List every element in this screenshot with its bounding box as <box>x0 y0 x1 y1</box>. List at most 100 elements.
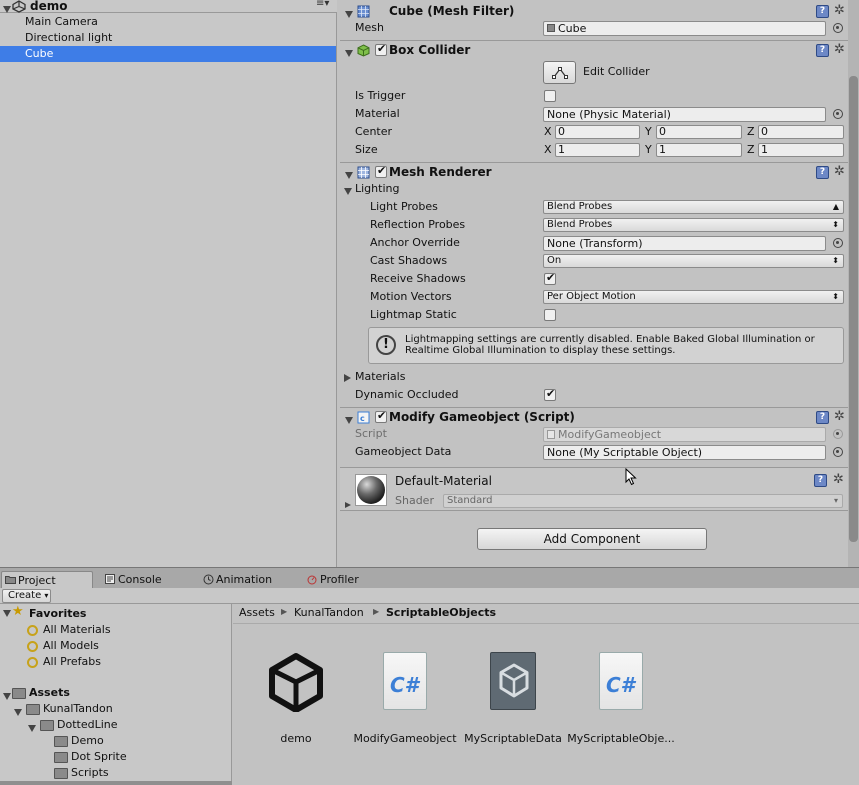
dropdown-value: Blend Probes <box>547 219 613 230</box>
create-dropdown-button[interactable]: Create ▾ <box>2 589 51 603</box>
folder-icon <box>54 736 68 747</box>
size-x-field[interactable]: 1 <box>555 143 640 157</box>
physic-material-field[interactable]: None (Physic Material) <box>543 107 826 122</box>
size-z-label: Z <box>747 143 755 156</box>
object-picker-icon[interactable] <box>833 447 843 457</box>
modify-gameobject-script-header[interactable]: c ✔ Modify Gameobject (Script) ? ✲ <box>340 407 848 426</box>
asset-grid <box>233 624 859 785</box>
hierarchy-panel <box>0 0 337 567</box>
lightmap-static-label: Lightmap Static <box>370 308 457 321</box>
breadcrumb-kunaltandon[interactable]: KunalTandon <box>294 606 364 619</box>
object-picker-icon[interactable] <box>833 23 843 33</box>
receive-shadows-checkbox[interactable]: ✔ <box>544 271 556 285</box>
material-foldout-arrow-icon[interactable] <box>345 498 351 511</box>
favorite-all-materials[interactable]: All Materials <box>43 622 111 638</box>
help-icon[interactable]: ? <box>816 166 829 179</box>
script-field: ModifyGameobject <box>543 427 826 442</box>
breadcrumb-assets[interactable]: Assets <box>239 606 275 619</box>
mesh-renderer-header[interactable]: ✔ Mesh Renderer ? ✲ <box>340 162 848 181</box>
box-collider-icon <box>357 44 370 57</box>
box-collider-enabled-checkbox[interactable]: ✔ <box>375 42 387 56</box>
mesh-filter-header[interactable]: Cube (Mesh Filter) ? ✲ <box>340 2 848 21</box>
gear-icon[interactable]: ✲ <box>834 165 847 179</box>
hierarchy-item-cube[interactable]: Cube <box>0 46 336 62</box>
mesh-renderer-enabled-checkbox[interactable]: ✔ <box>375 164 387 178</box>
collapse-arrow-icon[interactable] <box>345 8 353 21</box>
box-collider-header[interactable]: ✔ Box Collider ? ✲ <box>340 40 848 59</box>
favorite-all-models[interactable]: All Models <box>43 638 99 654</box>
help-icon[interactable]: ? <box>816 411 829 424</box>
dottedline-arrow-icon[interactable] <box>28 721 36 737</box>
selected-folder-row[interactable] <box>0 781 232 785</box>
profiler-icon <box>307 574 317 585</box>
gear-icon[interactable]: ✲ <box>834 43 847 57</box>
folder-kunaltandon[interactable]: KunalTandon <box>43 701 113 717</box>
materials-foldout-arrow-icon[interactable] <box>344 372 351 385</box>
assets-arrow-icon[interactable] <box>3 689 11 705</box>
folder-dottedline[interactable]: DottedLine <box>57 717 118 733</box>
collapse-arrow-icon[interactable] <box>345 414 353 427</box>
size-z-field[interactable]: 1 <box>758 143 844 157</box>
script-enabled-checkbox[interactable]: ✔ <box>375 409 387 423</box>
folder-icon <box>54 768 68 779</box>
dynamic-occluded-checkbox[interactable]: ✔ <box>544 387 556 401</box>
tab-animation[interactable]: Animation <box>200 571 300 589</box>
mesh-field[interactable]: Cube <box>543 21 826 36</box>
favorites-label[interactable]: Favorites <box>29 606 86 622</box>
anchor-override-field[interactable]: None (Transform) <box>543 236 826 251</box>
favorite-all-prefabs[interactable]: All Prefabs <box>43 654 101 670</box>
help-icon[interactable]: ? <box>814 474 827 487</box>
folder-scripts[interactable]: Scripts <box>71 765 109 781</box>
tab-label: Project <box>18 574 56 587</box>
cast-shadows-dropdown[interactable]: On ⬍ <box>543 254 844 268</box>
scrollbar-thumb[interactable] <box>849 76 858 542</box>
tab-profiler[interactable]: Profiler <box>304 571 384 589</box>
center-z-field[interactable]: 0 <box>758 125 844 139</box>
collapse-arrow-icon[interactable] <box>345 169 353 182</box>
gameobject-data-field[interactable]: None (My Scriptable Object) <box>543 445 826 460</box>
hierarchy-menu-icon[interactable]: ≡▾ <box>316 0 329 9</box>
shader-dropdown[interactable]: Standard ▾ <box>443 494 843 508</box>
materials-foldout[interactable]: Materials <box>355 369 405 385</box>
tab-console[interactable]: Console <box>102 571 192 589</box>
unity-scene-icon <box>12 0 26 13</box>
hierarchy-item-main-camera[interactable]: Main Camera <box>0 14 336 30</box>
material-preview[interactable] <box>355 474 387 506</box>
size-y-field[interactable]: 1 <box>656 143 742 157</box>
folder-demo[interactable]: Demo <box>71 733 104 749</box>
hierarchy-item-directional-light[interactable]: Directional light <box>0 30 336 46</box>
lightmap-static-checkbox[interactable] <box>544 309 556 321</box>
asset-label: MyScriptableData <box>464 732 562 745</box>
object-picker-icon[interactable] <box>833 109 843 119</box>
hierarchy-scene-header[interactable]: demo ≡▾ <box>0 0 337 13</box>
collapse-arrow-icon[interactable] <box>345 47 353 60</box>
center-x-field[interactable]: 0 <box>555 125 640 139</box>
tab-project[interactable]: Project <box>1 571 93 589</box>
scriptable-object-icon <box>490 652 536 710</box>
light-probes-dropdown[interactable]: Blend Probes ▲ <box>543 200 844 214</box>
center-y-field[interactable]: 0 <box>656 125 742 139</box>
lighting-foldout-arrow-icon[interactable] <box>344 185 352 198</box>
kunaltandon-arrow-icon[interactable] <box>14 705 22 721</box>
gear-icon[interactable]: ✲ <box>833 473 846 487</box>
gear-icon[interactable]: ✲ <box>834 410 847 424</box>
help-icon[interactable] <box>478 480 493 493</box>
object-picker-icon[interactable] <box>833 238 843 248</box>
favorites-arrow-icon[interactable] <box>3 606 11 622</box>
reflection-probes-dropdown[interactable]: Blend Probes ⬍ <box>543 218 844 232</box>
assets-folder[interactable]: Assets <box>29 685 70 701</box>
help-icon[interactable]: ? <box>816 44 829 57</box>
help-icon[interactable]: ? <box>816 5 829 18</box>
folder-dot-sprite[interactable]: Dot Sprite <box>71 749 127 765</box>
gear-icon[interactable]: ✲ <box>834 4 847 18</box>
add-component-button[interactable]: Add Component <box>477 528 707 550</box>
lighting-foldout[interactable]: Lighting <box>355 181 399 197</box>
inspector-scrollbar[interactable] <box>848 0 859 567</box>
motion-vectors-dropdown[interactable]: Per Object Motion ⬍ <box>543 290 844 304</box>
folder-icon <box>40 720 54 731</box>
mesh-value: Cube <box>558 22 587 35</box>
breadcrumb-scriptableobjects[interactable]: ScriptableObjects <box>386 606 496 619</box>
edit-collider-button[interactable] <box>543 61 576 84</box>
is-trigger-checkbox[interactable] <box>544 90 556 102</box>
reflection-probes-label: Reflection Probes <box>370 218 466 231</box>
